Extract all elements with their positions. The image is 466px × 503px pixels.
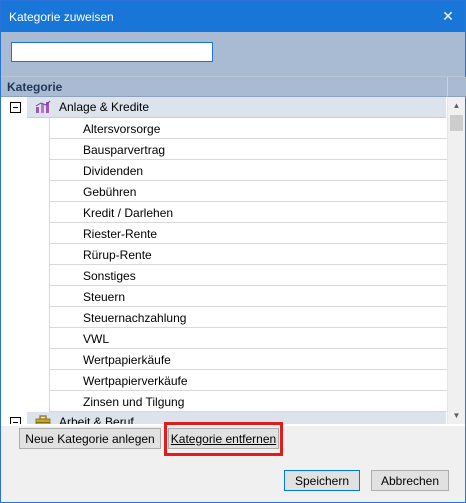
tree-item[interactable]: Rürup-Rente — [1, 244, 447, 265]
tree-item[interactable]: Gebühren — [1, 181, 447, 202]
tree-group-anlage-kredite[interactable]: Anlage & Kredite — [1, 97, 447, 118]
tree-rows: Anlage & Kredite Altersvorsorge Bausparv… — [1, 97, 447, 424]
save-button[interactable]: Speichern — [284, 470, 360, 491]
collapse-icon[interactable] — [10, 417, 21, 424]
tree-item-label: Wertpapierkäufe — [83, 353, 171, 367]
tree-item-label: Altersvorsorge — [83, 122, 161, 136]
scroll-thumb[interactable] — [450, 115, 463, 131]
tree-item-label: Dividenden — [83, 164, 144, 178]
close-icon[interactable]: ✕ — [431, 1, 465, 32]
dialog-window: Kategorie zuweisen ✕ Kategorie Anlage & … — [0, 0, 466, 503]
tree-item[interactable]: Bausparvertrag — [1, 139, 447, 160]
search-bar — [1, 32, 465, 76]
collapse-icon[interactable] — [10, 102, 21, 113]
group-cell[interactable]: Anlage & Kredite — [27, 97, 446, 118]
tree-item-label: Kredit / Darlehen — [83, 206, 174, 220]
column-header-label: Kategorie — [7, 80, 63, 94]
tree-item-label: Steuernachzahlung — [83, 311, 187, 325]
scroll-down-icon[interactable]: ▼ — [448, 407, 465, 424]
remove-category-button[interactable]: Kategorie entfernen — [168, 428, 279, 449]
tree-item-label: Steuern — [83, 290, 126, 304]
cancel-button[interactable]: Abbrechen — [371, 470, 449, 491]
title-bar: Kategorie zuweisen ✕ — [1, 1, 465, 32]
tree-item[interactable]: VWL — [1, 328, 447, 349]
tree-item[interactable]: Zinsen und Tilgung — [1, 391, 447, 412]
tree-item-label: Riester-Rente — [83, 227, 158, 241]
tree-item-label: VWL — [83, 332, 110, 346]
briefcase-icon — [35, 415, 51, 424]
tree-item[interactable]: Wertpapierverkäufe — [1, 370, 447, 391]
tree-item-label: Zinsen und Tilgung — [83, 395, 185, 409]
chart-bars-icon — [35, 100, 51, 113]
scroll-up-icon[interactable]: ▲ — [448, 97, 465, 114]
window-title: Kategorie zuweisen — [9, 10, 114, 24]
tree-item-label: Sonstiges — [83, 269, 136, 283]
tree-item[interactable]: Sonstiges — [1, 265, 447, 286]
tree-item-label: Rürup-Rente — [83, 248, 152, 262]
tree-item[interactable]: Dividenden — [1, 160, 447, 181]
tree-item[interactable]: Altersvorsorge — [1, 118, 447, 139]
column-header[interactable]: Kategorie — [1, 77, 447, 97]
new-category-button[interactable]: Neue Kategorie anlegen — [19, 428, 161, 449]
group-label: Arbeit & Beruf — [59, 415, 134, 424]
category-tree: Kategorie Anlage & Kredite Altersvorsorg… — [1, 76, 466, 426]
search-input[interactable] — [11, 42, 213, 62]
group-label: Anlage & Kredite — [59, 100, 150, 114]
tree-item[interactable]: Steuernachzahlung — [1, 307, 447, 328]
tree-item-label: Bausparvertrag — [83, 143, 166, 157]
column-header-filler — [447, 77, 466, 97]
tree-item[interactable]: Wertpapierkäufe — [1, 349, 447, 370]
tree-item[interactable]: Riester-Rente — [1, 223, 447, 244]
tree-item[interactable]: Steuern — [1, 286, 447, 307]
vertical-scrollbar[interactable]: ▲ ▼ — [447, 97, 465, 424]
tree-item-label: Gebühren — [83, 185, 137, 199]
tree-item[interactable]: Kredit / Darlehen — [1, 202, 447, 223]
tree-item-label: Wertpapierverkäufe — [83, 374, 188, 388]
